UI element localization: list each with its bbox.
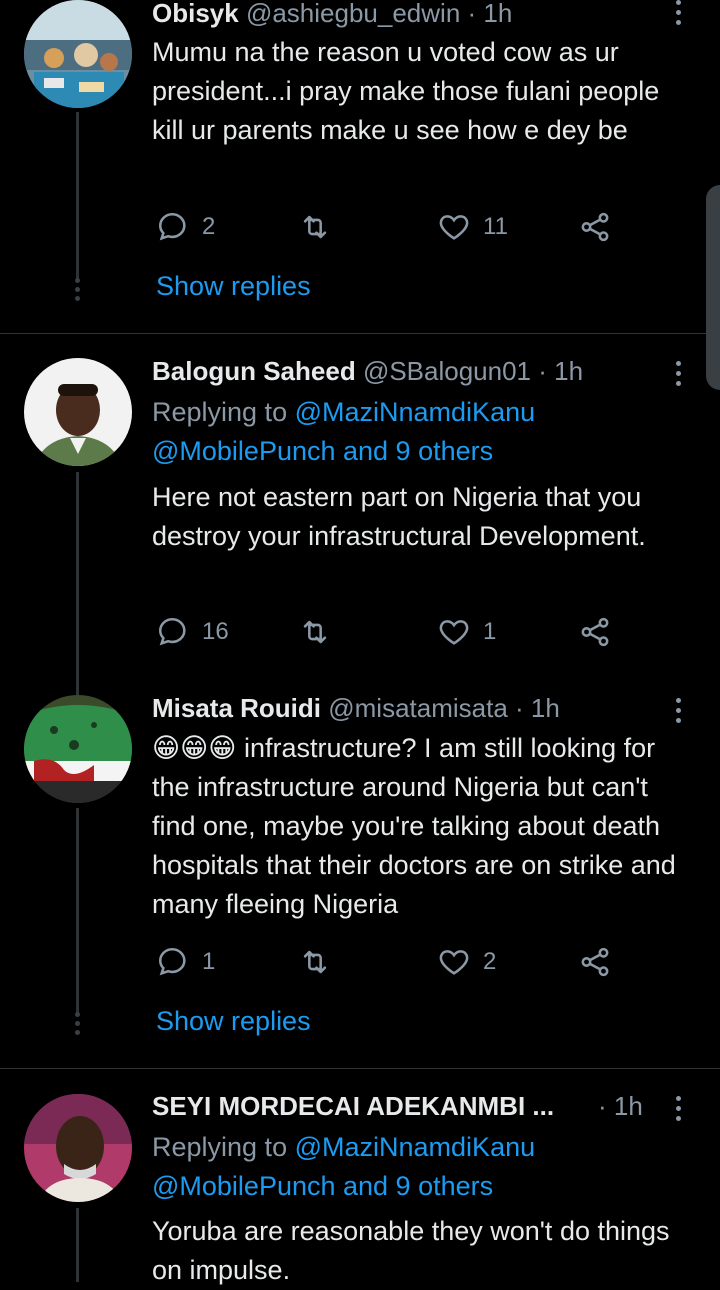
divider: [0, 1068, 720, 1069]
replying-to: Replying to @MaziNnamdiKanu @MobilePunch…: [152, 1128, 697, 1206]
thread-line: [76, 472, 79, 697]
more-vertical-icon[interactable]: [676, 698, 684, 728]
reply-button[interactable]: 1: [156, 945, 215, 979]
user-handle[interactable]: @misatamisata: [328, 693, 508, 723]
retweet-icon: [303, 950, 327, 974]
thread-line: [76, 808, 79, 1013]
reply-button[interactable]: 2: [156, 210, 215, 244]
tweet-text: Yoruba are reasonable they won't do thin…: [152, 1216, 670, 1285]
replying-prefix: Replying to: [152, 397, 288, 427]
like-count: 2: [483, 948, 497, 975]
show-replies-link[interactable]: Show replies: [156, 1006, 311, 1037]
retweet-button[interactable]: [298, 615, 332, 649]
more-vertical-icon[interactable]: [676, 0, 684, 30]
timestamp[interactable]: · 1h: [468, 0, 513, 28]
thread-dots: [75, 278, 80, 305]
retweet-icon: [303, 620, 327, 644]
heart-icon: [439, 620, 469, 645]
tweet-text-block: 😁😁😁 infrastructure? I am still looking f…: [152, 729, 697, 924]
share-icon: [581, 617, 609, 647]
thread-line: [76, 1208, 79, 1282]
show-replies-link[interactable]: Show replies: [156, 271, 311, 302]
display-name[interactable]: SEYI MORDECAI ADEKANMBI ...: [152, 1091, 554, 1121]
share-button[interactable]: [578, 945, 612, 979]
more-vertical-icon[interactable]: [676, 1096, 684, 1126]
display-name[interactable]: Balogun Saheed: [152, 356, 356, 386]
avatar[interactable]: [24, 358, 132, 466]
reply-icon: [158, 947, 186, 976]
display-name[interactable]: Misata Rouidi: [152, 693, 321, 723]
like-button[interactable]: 1: [437, 615, 496, 649]
divider: [0, 333, 720, 334]
user-handle[interactable]: @SBalogun01: [363, 356, 531, 386]
retweet-icon: [303, 215, 327, 239]
share-button[interactable]: [578, 210, 612, 244]
reply-count: 2: [202, 213, 216, 240]
replying-to: Replying to @MaziNnamdiKanu @MobilePunch…: [152, 393, 697, 471]
thread-dots: [75, 1012, 80, 1039]
retweet-button[interactable]: [298, 945, 332, 979]
tweet-header: Balogun Saheed @SBalogun01 · 1h: [152, 356, 583, 387]
retweet-button[interactable]: [298, 210, 332, 244]
avatar[interactable]: [24, 695, 132, 803]
more-vertical-icon[interactable]: [676, 361, 684, 391]
tweet-header: Misata Rouidi @misatamisata · 1h: [152, 693, 560, 724]
like-button[interactable]: 2: [437, 945, 496, 979]
tweet-header-time: · 1h: [598, 1091, 643, 1122]
like-count: 1: [483, 618, 497, 645]
timestamp[interactable]: · 1h: [515, 693, 560, 723]
tweet-text: Mumu na the reason u voted cow as ur pre…: [152, 37, 660, 145]
user-handle[interactable]: @ashiegbu_edwin: [246, 0, 460, 28]
like-button[interactable]: 11: [437, 210, 508, 244]
tweet-text: Here not eastern part on Nigeria that yo…: [152, 482, 646, 551]
like-count: 11: [483, 213, 508, 240]
reply-icon: [158, 617, 186, 646]
tweet-header: SEYI MORDECAI ADEKANMBI ...: [152, 1091, 657, 1122]
timestamp[interactable]: · 1h: [538, 356, 583, 386]
share-icon: [581, 212, 609, 242]
tweet-header: Obisyk @ashiegbu_edwin · 1h: [152, 0, 512, 29]
display-name[interactable]: Obisyk: [152, 0, 239, 28]
timestamp[interactable]: · 1h: [598, 1091, 643, 1121]
replying-prefix: Replying to: [152, 1132, 288, 1162]
avatar[interactable]: [24, 1094, 132, 1202]
reply-count: 16: [202, 618, 229, 645]
reply-icon: [158, 212, 186, 241]
heart-icon: [439, 215, 469, 240]
avatar[interactable]: [24, 0, 132, 108]
scrollbar[interactable]: [706, 185, 720, 390]
reply-button[interactable]: 16: [156, 615, 229, 649]
share-button[interactable]: [578, 615, 612, 649]
heart-icon: [439, 950, 469, 975]
share-icon: [581, 947, 609, 977]
reply-count: 1: [202, 948, 216, 975]
grinning-emoji-icon: 😁😁😁: [152, 733, 237, 764]
thread-line: [76, 112, 79, 282]
